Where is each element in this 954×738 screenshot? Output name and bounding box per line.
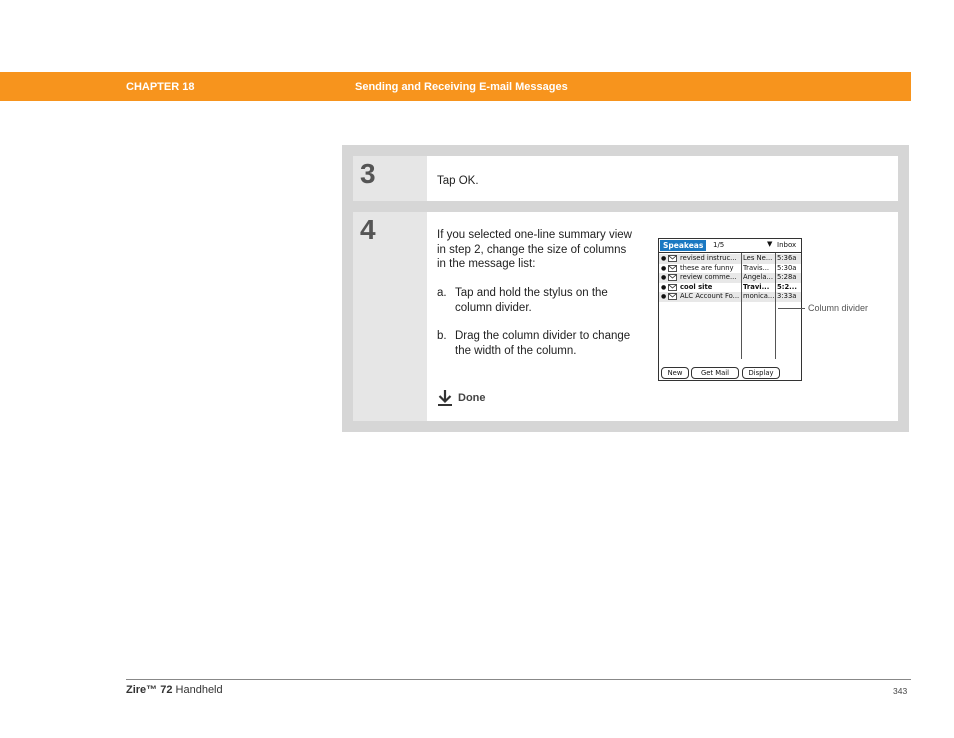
palm-from: Travi...: [743, 282, 770, 291]
palm-new-button[interactable]: New: [661, 367, 689, 379]
chapter-title: Sending and Receiving E-mail Messages: [355, 81, 568, 93]
palm-display-button[interactable]: Display: [742, 367, 780, 379]
steps-box: 3 Tap OK. 4 If you selected one-line sum…: [342, 145, 909, 432]
palm-bullet-icon: ●: [661, 293, 667, 300]
palm-message-row[interactable]: ● cool site Travi... 5:2...: [659, 283, 801, 293]
palm-subject: ALC Account Fo...: [680, 292, 740, 300]
palm-from: Travis...: [743, 263, 770, 272]
down-arrow-done-icon: [438, 390, 452, 406]
footer-product-name: Zire™ 72: [126, 684, 173, 696]
chapter-label: CHAPTER 18: [126, 81, 195, 93]
palm-page-indicator: 1/5: [713, 241, 725, 249]
envelope-icon: [668, 293, 677, 300]
palm-time: 5:36a: [777, 254, 797, 262]
palm-email-screen: Speakeas 1/5 ▼ Inbox ● revised instruc..…: [658, 238, 802, 381]
palm-message-row[interactable]: ● revised instruc... Les Ne... 5:36a: [659, 254, 801, 264]
palm-subject: review comme...: [680, 273, 737, 281]
footer-page-number: 343: [893, 686, 908, 696]
palm-bullet-icon: ●: [661, 255, 667, 262]
palm-bullet-icon: ●: [661, 283, 667, 291]
substep-a-marker: a.: [437, 287, 447, 299]
palm-from: Les Ne...: [743, 254, 773, 262]
substep-b-marker: b.: [437, 330, 447, 342]
palm-app-tab[interactable]: Speakeas: [660, 240, 706, 251]
footer-product: Zire™ 72 Handheld: [126, 684, 223, 696]
column-divider[interactable]: [775, 253, 776, 359]
callout-line: [778, 308, 805, 309]
palm-get-mail-button[interactable]: Get Mail: [691, 367, 739, 379]
chapter-header-bar: CHAPTER 18 Sending and Receiving E-mail …: [0, 72, 911, 101]
palm-time: 5:28a: [777, 273, 797, 281]
palm-subject: revised instruc...: [680, 254, 737, 262]
done-label: Done: [458, 392, 486, 404]
palm-time: 5:30a: [777, 263, 797, 272]
substep-b: b. Drag the column divider to change the …: [437, 329, 637, 358]
envelope-icon: [668, 264, 677, 272]
palm-titlebar: Speakeas 1/5 ▼ Inbox: [659, 239, 801, 253]
substep-b-text: Drag the column divider to change the wi…: [455, 330, 631, 357]
step-3-text: Tap OK.: [437, 175, 479, 187]
substep-a: a. Tap and hold the stylus on the column …: [437, 286, 637, 315]
step-4-content: If you selected one-line summary view in…: [427, 212, 898, 421]
column-divider[interactable]: [741, 253, 742, 359]
step-3-number-cell: 3: [353, 156, 427, 201]
palm-bullet-icon: ●: [661, 264, 667, 272]
palm-subject: cool site: [680, 282, 713, 291]
footer-product-rest: Handheld: [172, 684, 223, 696]
step-4-number-cell: 4: [353, 212, 427, 421]
palm-bullet-icon: ●: [661, 274, 667, 281]
footer-rule: [126, 679, 911, 680]
palm-folder-dropdown-icon[interactable]: ▼: [767, 240, 772, 248]
palm-subject: these are funny: [680, 263, 734, 272]
palm-time: 5:2...: [777, 282, 797, 291]
palm-from: Angela...: [743, 273, 773, 281]
envelope-icon: [668, 274, 677, 281]
step-3-number: 3: [360, 158, 376, 189]
substep-a-text: Tap and hold the stylus on the column di…: [455, 287, 608, 314]
step-4-intro: If you selected one-line summary view in…: [437, 229, 632, 270]
palm-time: 3:33a: [777, 292, 797, 300]
palm-message-row[interactable]: ● review comme... Angela... 5:28a: [659, 273, 801, 283]
palm-message-row[interactable]: ● ALC Account Fo... monica... 3:33a: [659, 292, 801, 302]
palm-message-row[interactable]: ● these are funny Travis... 5:30a: [659, 264, 801, 274]
palm-from: monica...: [743, 292, 775, 300]
column-divider-callout: Column divider: [808, 303, 869, 313]
envelope-icon: [668, 255, 677, 262]
step-3-content: Tap OK.: [427, 156, 898, 201]
step-4-number: 4: [360, 214, 376, 245]
palm-folder-label[interactable]: Inbox: [777, 241, 796, 249]
envelope-icon: [668, 283, 677, 291]
